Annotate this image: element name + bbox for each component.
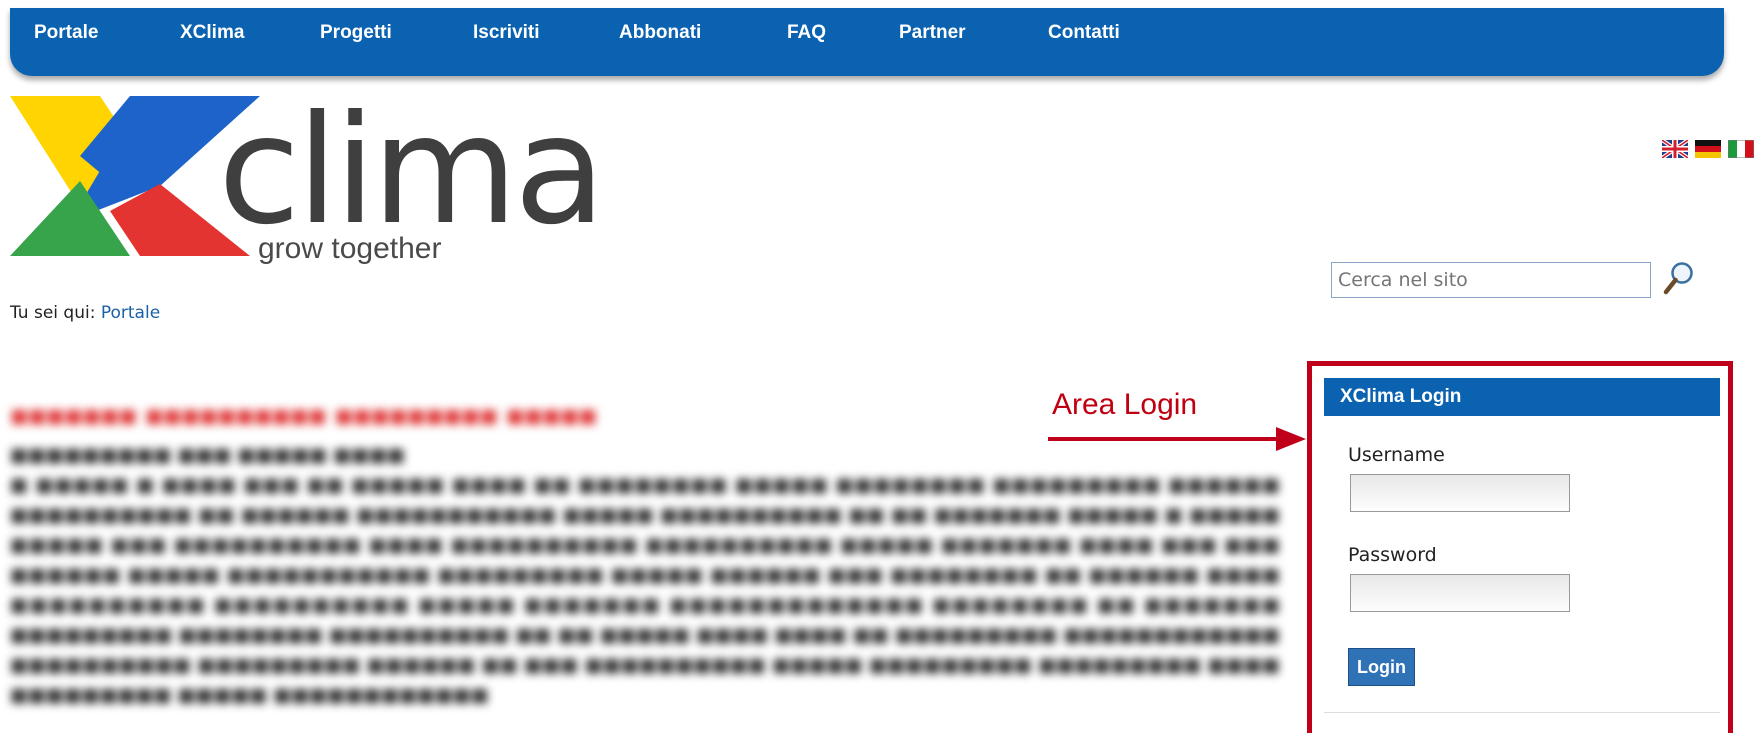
article-title-blurred: ■■■■■■■ ■■■■■■■■■■ ■■■■■■■■■ ■■■■■ — [10, 400, 597, 433]
flag-germany-icon[interactable] — [1695, 140, 1722, 158]
logo-wordmark: clima — [218, 84, 606, 258]
nav-item-progetti[interactable]: Progetti — [320, 22, 392, 44]
search-input[interactable] — [1331, 262, 1651, 298]
username-field[interactable] — [1350, 474, 1570, 512]
nav-item-portale[interactable]: Portale — [34, 22, 98, 44]
flag-uk-icon[interactable] — [1662, 140, 1688, 158]
breadcrumb-link-portale[interactable]: Portale — [101, 303, 160, 323]
search-icon[interactable] — [1662, 260, 1696, 298]
login-button[interactable]: Login — [1348, 648, 1415, 686]
logo-tagline: grow together — [258, 232, 442, 265]
nav-item-contatti[interactable]: Contatti — [1048, 22, 1120, 44]
top-navigation-bar: Portale XClima Progetti Iscriviti Abbona… — [10, 8, 1724, 76]
annotation-arrow-icon — [1048, 427, 1306, 451]
article-body-blurred: ■■■■■■■■■ ■■■ ■■■■■ ■■■■ ■ ■■■■■ ■ ■■■■ ■… — [10, 444, 1280, 706]
username-label: Username — [1348, 444, 1445, 466]
breadcrumb: Tu sei qui: Portale — [10, 303, 160, 323]
nav-item-faq[interactable]: FAQ — [787, 22, 826, 44]
login-panel-title: XClima Login — [1324, 378, 1720, 416]
flag-italy-icon[interactable] — [1728, 140, 1755, 158]
password-field[interactable] — [1350, 574, 1570, 612]
password-label: Password — [1348, 544, 1437, 566]
nav-item-partner[interactable]: Partner — [899, 22, 966, 44]
language-flags — [1662, 140, 1756, 158]
breadcrumb-prefix: Tu sei qui: — [10, 303, 96, 323]
login-divider — [1324, 712, 1720, 713]
nav-item-abbonati[interactable]: Abbonati — [619, 22, 701, 44]
area-login-annotation: Area Login — [1052, 388, 1198, 421]
nav-item-iscriviti[interactable]: Iscriviti — [473, 22, 540, 44]
nav-item-xclima[interactable]: XClima — [180, 22, 244, 44]
